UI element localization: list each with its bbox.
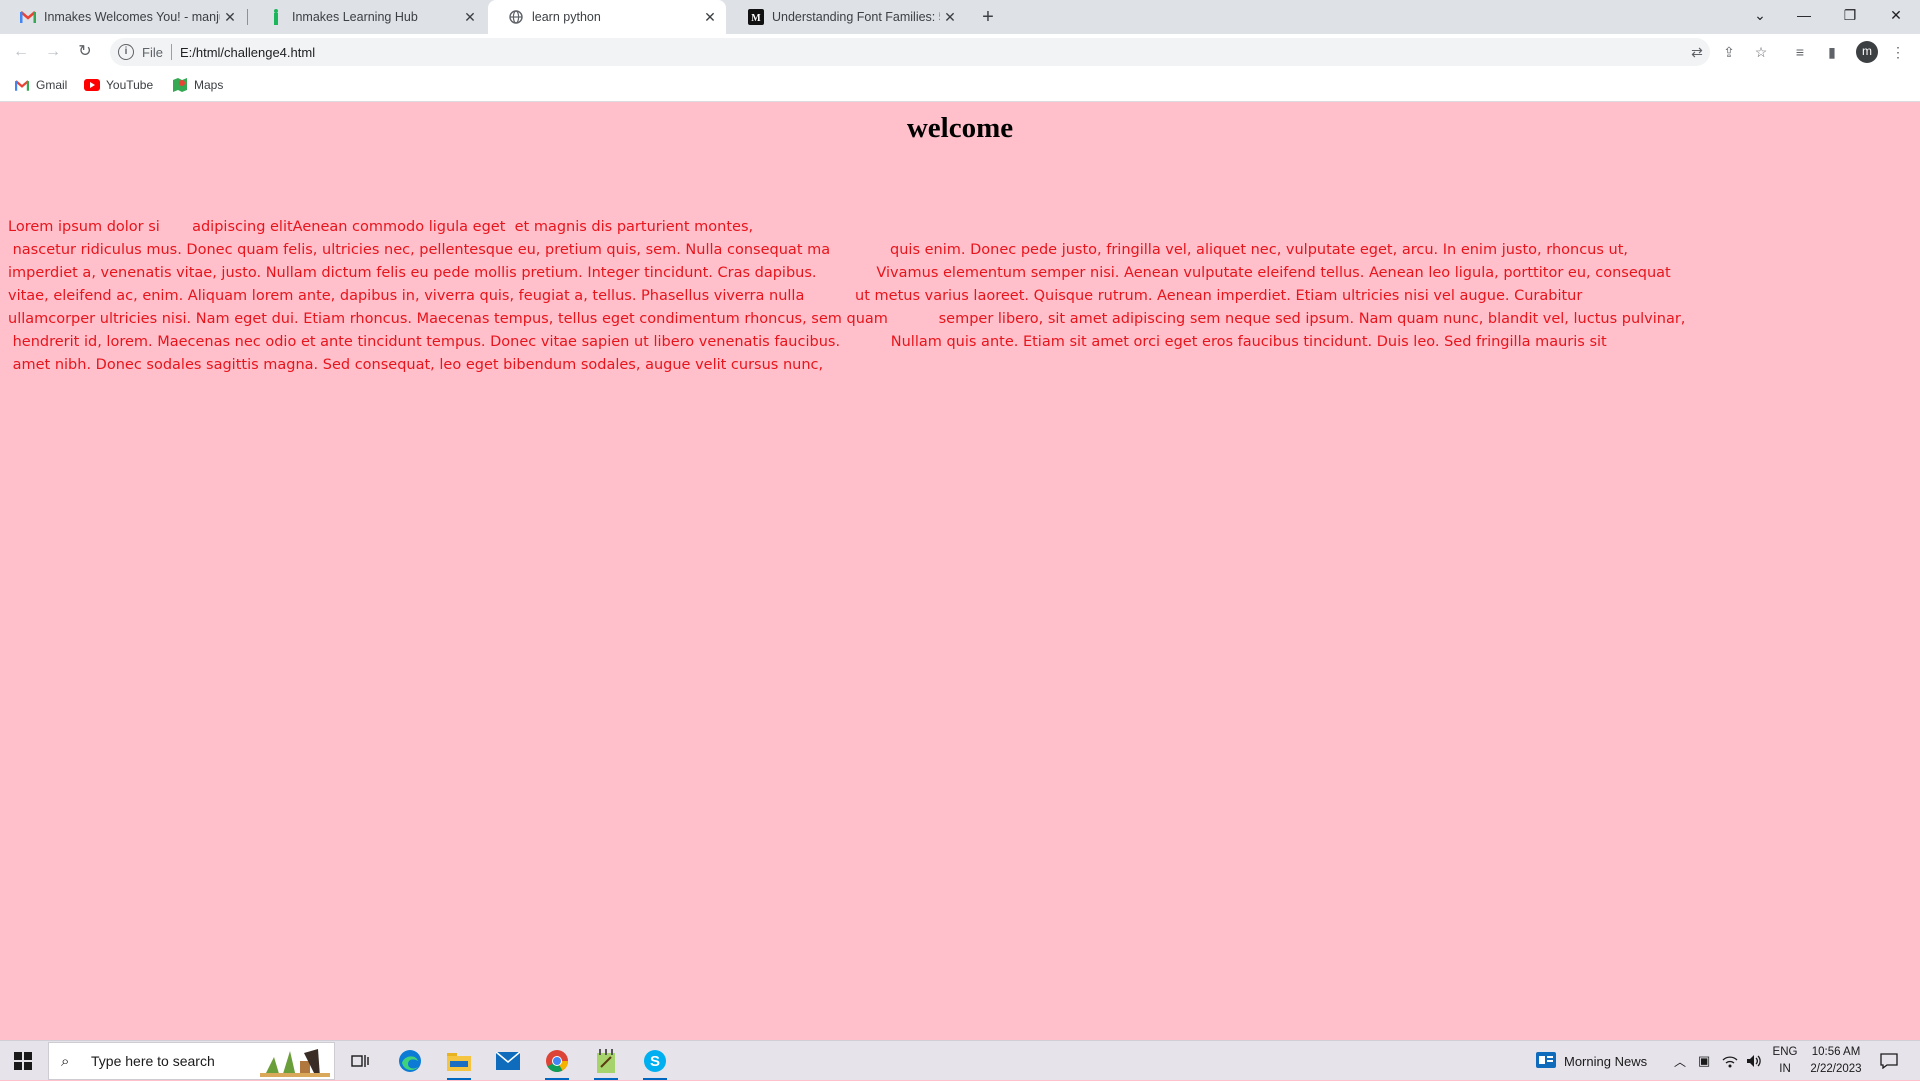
youtube-icon: [84, 77, 100, 93]
taskbar-search-box[interactable]: ⌕ Type here to search: [48, 1042, 335, 1080]
bookmark-label: YouTube: [106, 78, 154, 92]
new-tab-icon[interactable]: +: [976, 5, 1000, 29]
restore-icon[interactable]: ❐: [1828, 0, 1872, 30]
chrome-icon[interactable]: [535, 1045, 579, 1080]
close-tab-icon[interactable]: ✕: [940, 9, 960, 26]
paragraph-line: Lorem ipsum dolor si adipiscing elitAene…: [8, 219, 754, 235]
tab-learn-python[interactable]: learn python ✕: [488, 0, 726, 34]
address-divider: [170, 44, 172, 60]
forward-icon[interactable]: →: [42, 41, 64, 63]
tab-strip: Inmakes Welcomes You! - manjul ✕ Inmakes…: [0, 0, 1920, 34]
bookmark-label: Maps: [194, 78, 224, 92]
globe-icon: [508, 9, 524, 25]
notifications-icon[interactable]: [1880, 1041, 1898, 1081]
tab-inmakes[interactable]: Inmakes Learning Hub ✕: [248, 0, 486, 34]
paragraph-line: amet nibh. Donec sodales sagittis magna.…: [8, 357, 824, 373]
page-title: welcome: [906, 112, 1014, 144]
avatar[interactable]: m: [1856, 41, 1878, 63]
paragraph-line: imperdiet a, venenatis vitae, justo. Nul…: [8, 265, 1671, 281]
side-panel-icon[interactable]: ▮: [1822, 42, 1842, 62]
address-scheme: File: [142, 44, 163, 60]
bookmark-youtube[interactable]: YouTube: [84, 77, 153, 93]
tab-gmail[interactable]: Inmakes Welcomes You! - manjul ✕: [0, 0, 246, 34]
file-explorer-icon[interactable]: [437, 1045, 481, 1080]
network-icon[interactable]: [1722, 1041, 1738, 1081]
tab-title: Understanding Font Families: 5 Ty: [772, 10, 940, 24]
paragraph-line: hendrerit id, lorem. Maecenas nec odio e…: [8, 334, 1607, 350]
svg-text:S: S: [650, 1053, 660, 1070]
search-highlight-icon: [260, 1043, 330, 1080]
share-icon[interactable]: ⇪: [1719, 42, 1739, 62]
menu-icon[interactable]: ⋮: [1888, 42, 1908, 62]
tab-title: Inmakes Welcomes You! - manjul: [44, 10, 220, 24]
close-tab-icon[interactable]: ✕: [220, 9, 240, 26]
tab-search-icon[interactable]: ⌄: [1738, 0, 1782, 30]
inmakes-icon: [268, 9, 284, 25]
input-language[interactable]: ENG IN: [1772, 1044, 1798, 1078]
clock-date: 2/22/2023: [1810, 1063, 1862, 1075]
minimize-icon[interactable]: —: [1782, 0, 1826, 30]
search-icon: ⌕: [61, 1052, 70, 1070]
maps-icon: [172, 77, 188, 93]
address-url: E:/html/challenge4.html: [179, 44, 316, 60]
skype-icon[interactable]: S: [633, 1045, 677, 1080]
region-code: IN: [1779, 1063, 1791, 1075]
info-icon[interactable]: i: [118, 44, 134, 60]
paragraph-line: nascetur ridiculus mus. Donec quam felis…: [8, 242, 1629, 258]
close-tab-icon[interactable]: ✕: [460, 9, 480, 26]
close-tab-icon[interactable]: ✕: [700, 9, 720, 26]
gmail-icon: [20, 9, 36, 25]
tab-font-families[interactable]: M Understanding Font Families: 5 Ty ✕: [728, 0, 966, 34]
notepad-plus-icon[interactable]: [584, 1045, 628, 1080]
close-window-icon[interactable]: ✕: [1874, 0, 1918, 30]
taskbar-clock[interactable]: 10:56 AM 2/22/2023: [1805, 1044, 1867, 1078]
language-code: ENG: [1772, 1046, 1798, 1058]
volume-icon[interactable]: [1746, 1041, 1762, 1081]
news-icon: [1536, 1051, 1556, 1071]
gmail-icon: [14, 77, 30, 93]
tab-title: learn python: [532, 10, 601, 24]
windows-start-icon[interactable]: [14, 1052, 32, 1070]
task-view-icon[interactable]: [338, 1045, 382, 1077]
tab-title: Inmakes Learning Hub: [292, 10, 418, 24]
svg-text:M: M: [751, 13, 761, 24]
bookmark-maps[interactable]: Maps: [172, 77, 223, 93]
reload-icon[interactable]: ↻: [74, 41, 96, 63]
bookmark-star-icon[interactable]: ☆: [1751, 42, 1771, 62]
show-hidden-icons-icon[interactable]: ︿: [1674, 1041, 1686, 1081]
news-label: Morning News: [1564, 1053, 1648, 1069]
bookmark-gmail[interactable]: Gmail: [14, 77, 67, 93]
back-icon[interactable]: ←: [10, 41, 32, 63]
meet-now-icon[interactable]: ▣: [1698, 1041, 1710, 1081]
search-placeholder: Type here to search: [91, 1053, 215, 1069]
medium-icon: M: [748, 9, 764, 25]
paragraph-line: vitae, eleifend ac, enim. Aliquam lorem …: [8, 288, 1583, 304]
paragraph-line: ullamcorper ultricies nisi. Nam eget dui…: [8, 311, 1686, 327]
mail-icon[interactable]: [486, 1045, 530, 1077]
edge-icon[interactable]: [388, 1045, 432, 1077]
bookmark-label: Gmail: [36, 78, 68, 92]
page-content: welcome Lorem ipsum dolor si adipiscing …: [0, 102, 1920, 1040]
windows-taskbar: ⌕ Type here to search S Morning News ︿ ▣: [0, 1040, 1920, 1080]
clock-time: 10:56 AM: [1811, 1046, 1861, 1058]
browser-toolbar: ← → ↻ i File E:/html/challenge4.html ⇄ ⇪…: [0, 34, 1920, 70]
bookmarks-bar: Gmail YouTube Maps: [0, 70, 1920, 102]
address-bar[interactable]: i File E:/html/challenge4.html: [110, 38, 1710, 66]
translate-icon[interactable]: ⇄: [1687, 42, 1707, 62]
news-widget[interactable]: Morning News: [1536, 1041, 1647, 1081]
reading-list-icon[interactable]: ≡: [1790, 42, 1810, 62]
lorem-paragraph: Lorem ipsum dolor si adipiscing elitAene…: [8, 216, 1758, 377]
